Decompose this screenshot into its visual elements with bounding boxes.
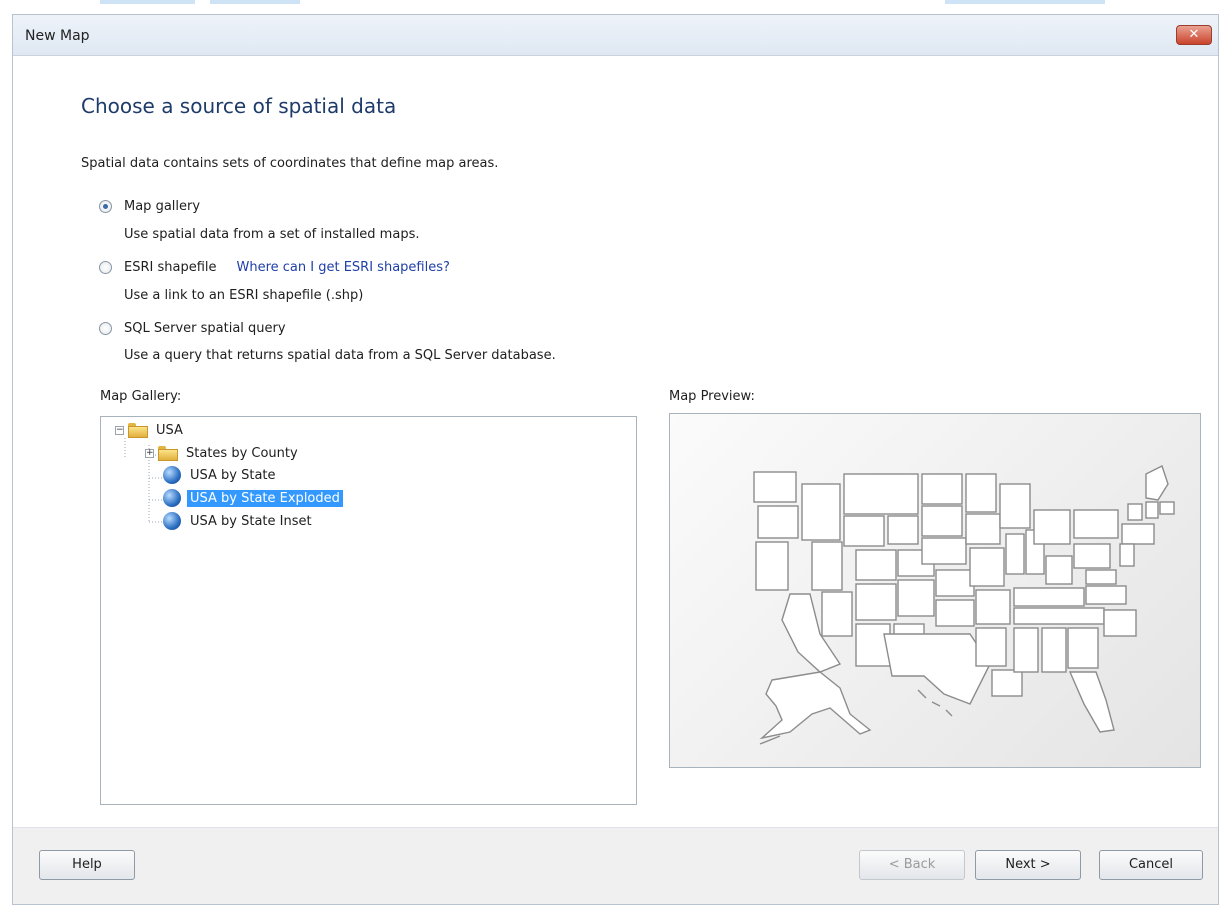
tree-item-usa-by-state[interactable]: USA by State — [163, 465, 279, 485]
tree-item-label: USA by State Exploded — [187, 489, 343, 507]
option-esri-shapefile[interactable]: ESRI shapefile Where can I get ESRI shap… — [99, 260, 450, 275]
background-mark — [100, 0, 195, 4]
title-bar: New Map ✕ — [13, 15, 1218, 56]
option-label: ESRI shapefile — [124, 260, 217, 275]
next-button[interactable]: Next > — [975, 850, 1081, 880]
folder-icon — [128, 422, 148, 438]
window-title: New Map — [25, 28, 90, 44]
cancel-button[interactable]: Cancel — [1099, 850, 1203, 880]
globe-icon — [163, 512, 181, 530]
tree-item-label: USA by State — [190, 467, 276, 483]
tree-item-label: USA — [156, 422, 183, 438]
map-preview — [669, 413, 1201, 768]
option-sql-spatial-query[interactable]: SQL Server spatial query — [99, 321, 286, 336]
usa-map-preview — [753, 465, 1175, 745]
background-strip — [0, 0, 1221, 14]
tree-item-usa[interactable]: − USA — [115, 420, 186, 440]
radio-map-gallery[interactable] — [99, 200, 112, 213]
map-gallery-tree[interactable]: − USA + States by County USA by State US… — [100, 416, 637, 805]
back-button[interactable]: < Back — [859, 850, 965, 880]
dialog-content: Choose a source of spatial data Spatial … — [13, 56, 1218, 828]
background-mark — [945, 0, 1105, 4]
option-label: SQL Server spatial query — [124, 321, 286, 336]
close-icon: ✕ — [1188, 27, 1200, 42]
tree-item-label: USA by State Inset — [190, 513, 312, 529]
tree-item-label: States by County — [186, 445, 298, 461]
option-description: Use spatial data from a set of installed… — [124, 227, 420, 242]
close-button[interactable]: ✕ — [1176, 25, 1212, 45]
expand-icon[interactable]: + — [145, 448, 154, 458]
page-heading: Choose a source of spatial data — [81, 94, 397, 118]
option-description: Use a query that returns spatial data fr… — [124, 348, 556, 363]
background-mark — [210, 0, 300, 4]
globe-icon — [163, 489, 181, 507]
page-description: Spatial data contains sets of coordinate… — [81, 156, 499, 171]
globe-icon — [163, 466, 181, 484]
radio-sql-spatial-query[interactable] — [99, 322, 112, 335]
option-description: Use a link to an ESRI shapefile (.shp) — [124, 288, 364, 303]
tree-item-usa-by-state-exploded[interactable]: USA by State Exploded — [163, 488, 343, 508]
collapse-icon[interactable]: − — [115, 425, 124, 435]
help-button[interactable]: Help — [39, 850, 135, 880]
radio-esri-shapefile[interactable] — [99, 261, 112, 274]
folder-icon — [158, 445, 178, 461]
option-label: Map gallery — [124, 199, 201, 214]
map-preview-label: Map Preview: — [669, 389, 755, 404]
button-bar: Help < Back Next > Cancel — [13, 827, 1218, 904]
esri-help-link[interactable]: Where can I get ESRI shapefiles? — [237, 260, 450, 275]
tree-item-states-by-county[interactable]: + States by County — [145, 443, 301, 463]
map-gallery-label: Map Gallery: — [100, 389, 182, 404]
option-map-gallery[interactable]: Map gallery — [99, 199, 200, 214]
new-map-dialog: New Map ✕ Choose a source of spatial dat… — [12, 14, 1219, 905]
tree-item-usa-by-state-inset[interactable]: USA by State Inset — [163, 511, 315, 531]
